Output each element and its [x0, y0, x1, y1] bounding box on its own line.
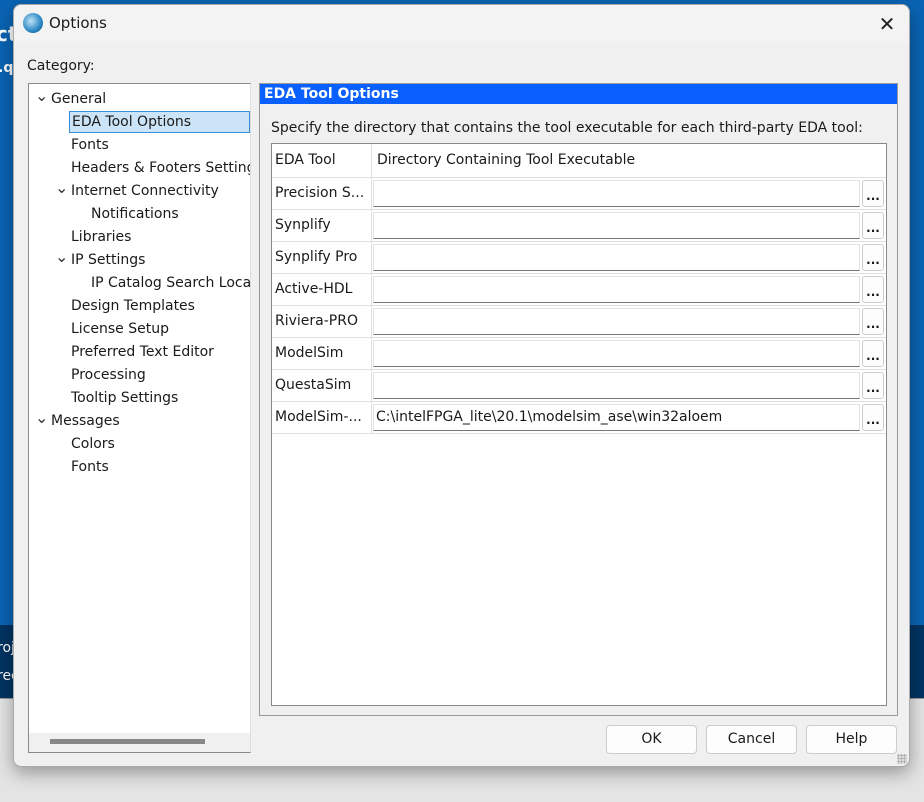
tree-item[interactable]: Fonts	[71, 456, 109, 478]
chevron-down-icon[interactable]: ⌄	[35, 86, 48, 105]
tree-item[interactable]: Internet Connectivity	[71, 180, 219, 202]
tree-item[interactable]: Notifications	[91, 203, 179, 225]
browse-button[interactable]: ...	[862, 180, 884, 207]
panel-title: EDA Tool Options	[260, 84, 897, 104]
browse-button[interactable]: ...	[862, 372, 884, 399]
browse-button[interactable]: ...	[862, 244, 884, 271]
tree-item[interactable]: General	[51, 88, 106, 110]
category-label: Category:	[27, 58, 95, 74]
scrollbar-thumb[interactable]	[50, 739, 205, 744]
tree-item[interactable]: Processing	[71, 364, 146, 386]
tree-item[interactable]: Colors	[71, 433, 115, 455]
chevron-down-icon[interactable]: ⌄	[55, 247, 68, 266]
tree-item[interactable]: Design Templates	[71, 295, 195, 317]
tree-item[interactable]: IP Catalog Search Locations	[91, 272, 250, 294]
tool-name: Active-HDL	[272, 274, 372, 305]
browse-button[interactable]: ...	[862, 212, 884, 239]
table-row: Riviera-PRO...	[272, 306, 886, 338]
tree-item[interactable]: Libraries	[71, 226, 131, 248]
column-header-tool: EDA Tool	[272, 144, 372, 177]
tree-item[interactable]: License Setup	[71, 318, 169, 340]
tool-name: Synplify Pro	[272, 242, 372, 273]
table-row: Precision S......	[272, 178, 886, 210]
tool-name: ModelSim-...	[272, 402, 372, 433]
eda-tools-table: EDA Tool Directory Containing Tool Execu…	[271, 143, 887, 706]
tree-item[interactable]: Tooltip Settings	[71, 387, 178, 409]
browse-button[interactable]: ...	[862, 308, 884, 335]
directory-input[interactable]: C:\intelFPGA_lite\20.1\modelsim_ase\win3…	[373, 404, 860, 431]
column-header-directory: Directory Containing Tool Executable	[377, 152, 636, 168]
dialog-title: Options	[49, 14, 107, 32]
category-tree[interactable]: ⌄ General EDA Tool Options Fonts Headers & F…	[28, 83, 251, 753]
tree-item[interactable]: Fonts	[71, 134, 109, 156]
tree-item[interactable]: IP Settings	[71, 249, 145, 271]
tool-name: ModelSim	[272, 338, 372, 369]
tree-item[interactable]: Messages	[51, 410, 120, 432]
table-row: Active-HDL...	[272, 274, 886, 306]
directory-input[interactable]	[373, 308, 860, 335]
browse-button[interactable]: ...	[862, 276, 884, 303]
tree-item[interactable]: Preferred Text Editor	[71, 341, 214, 363]
help-button[interactable]: Help	[806, 725, 897, 754]
browse-button[interactable]: ...	[862, 404, 884, 431]
browse-button[interactable]: ...	[862, 340, 884, 367]
directory-input[interactable]	[373, 180, 860, 207]
horizontal-scrollbar[interactable]	[29, 733, 250, 752]
eda-tool-options-panel: EDA Tool Options Specify the directory t…	[259, 83, 898, 716]
tree-item[interactable]: Headers & Footers Settings	[71, 157, 250, 179]
panel-description: Specify the directory that contains the …	[271, 120, 863, 136]
directory-input[interactable]	[373, 372, 860, 399]
table-row: Synplify Pro...	[272, 242, 886, 274]
directory-input[interactable]	[373, 276, 860, 303]
tool-name: Riviera-PRO	[272, 306, 372, 337]
table-row: ModelSim-... C:\intelFPGA_lite\20.1\model…	[272, 402, 886, 434]
tool-name: Synplify	[272, 210, 372, 241]
table-header: EDA Tool Directory Containing Tool Execu…	[272, 144, 886, 178]
close-button[interactable]: ✕	[873, 10, 901, 38]
table-row: ModelSim...	[272, 338, 886, 370]
options-dialog: Options ✕ Category: ⌄ General EDA Tool Opt…	[13, 4, 910, 767]
tree-item[interactable]: EDA Tool Options	[69, 111, 250, 133]
title-bar[interactable]: Options ✕	[14, 5, 909, 43]
ok-button[interactable]: OK	[606, 725, 697, 754]
tool-name: QuestaSim	[272, 370, 372, 401]
app-logo-icon	[23, 13, 43, 33]
chevron-down-icon[interactable]: ⌄	[55, 178, 68, 197]
directory-input[interactable]	[373, 212, 860, 239]
table-row: Synplify...	[272, 210, 886, 242]
chevron-down-icon[interactable]: ⌄	[35, 408, 48, 427]
directory-input[interactable]	[373, 244, 860, 271]
resize-grip-icon[interactable]	[897, 754, 907, 764]
table-row: QuestaSim...	[272, 370, 886, 402]
cancel-button[interactable]: Cancel	[706, 725, 797, 754]
directory-input[interactable]	[373, 340, 860, 367]
tool-name: Precision S...	[272, 178, 372, 209]
